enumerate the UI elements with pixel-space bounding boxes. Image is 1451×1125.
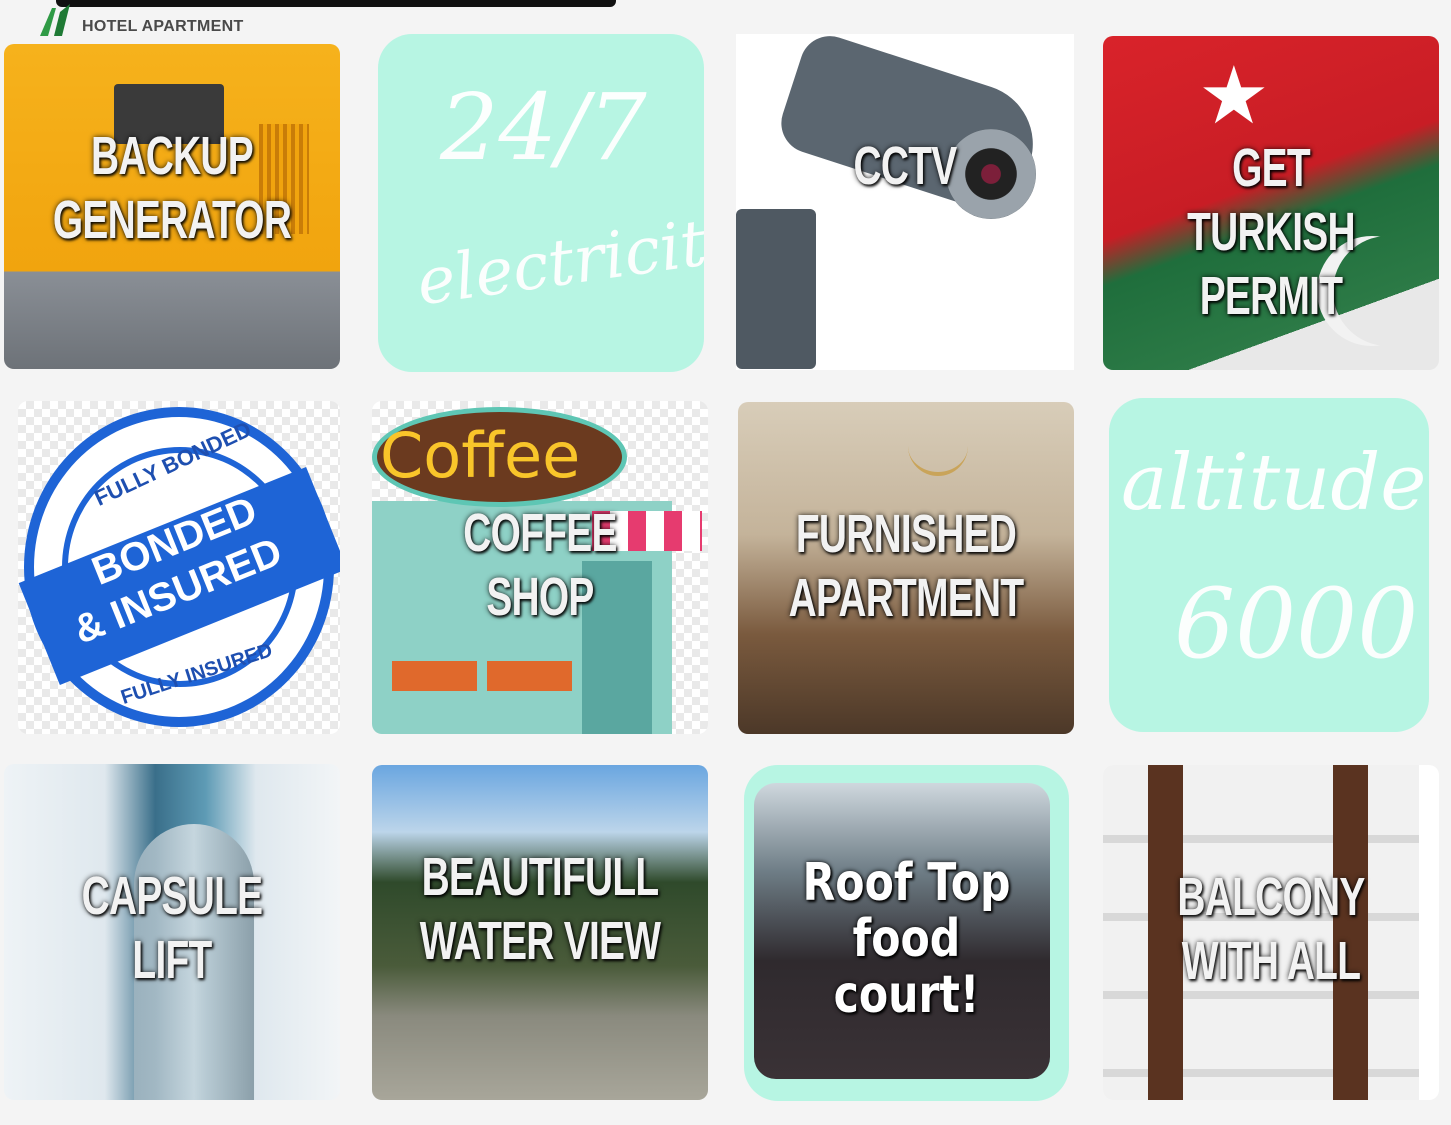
- bench-right: [487, 661, 572, 691]
- tile-cctv[interactable]: CCTV: [736, 34, 1074, 370]
- tile-caption: BACKUP GENERATOR: [52, 126, 292, 250]
- tile-altitude-6000[interactable]: altitude 6000: [1109, 398, 1429, 732]
- tile-24-7-electricity[interactable]: 24/7 electricity: [378, 34, 704, 372]
- star-icon: ★: [1198, 51, 1270, 140]
- tile-bonded-insured[interactable]: FULLY BONDED BONDED & INSURED FULLY INSU…: [18, 401, 340, 734]
- tile-backup-generator[interactable]: BACKUP GENERATOR: [4, 44, 340, 369]
- camera-mount: [736, 209, 816, 369]
- tile-turkish-permit[interactable]: ★ GET TURKISH PERMIT: [1103, 36, 1439, 370]
- tile-water-view[interactable]: BEAUTIFULL WATER VIEW: [372, 765, 708, 1100]
- tile-rooftop-food-court[interactable]: Roof Top food court!: [744, 765, 1069, 1101]
- tile-coffee-shop[interactable]: Coffee COFFEE SHOP: [372, 401, 708, 734]
- tile-caption: FURNISHED APARTMENT: [788, 504, 1024, 628]
- tile-caption: GET TURKISH PERMIT: [1187, 138, 1355, 326]
- tile-caption: BEAUTIFULL WATER VIEW: [419, 847, 661, 971]
- tile-24-7-text: 24/7: [440, 74, 647, 181]
- tile-caption: COFFEE SHOP: [463, 503, 617, 627]
- rooftop-caption: Roof Top food court!: [802, 853, 1011, 1025]
- tile-furnished-apartment[interactable]: FURNISHED APARTMENT: [738, 402, 1074, 734]
- tile-electricity-text: electricity: [412, 201, 704, 321]
- logo-wordmark-strip: [56, 0, 616, 7]
- bench-left: [392, 661, 477, 691]
- tile-balcony[interactable]: BALCONY WITH ALL: [1103, 765, 1439, 1100]
- logo-text: HOTEL APARTMENT: [82, 18, 244, 35]
- tile-6000-text: 6000: [1174, 568, 1419, 680]
- tile-capsule-lift[interactable]: CAPSULE LIFT: [4, 764, 340, 1100]
- tile-altitude-text: altitude: [1121, 438, 1427, 528]
- tile-caption: CAPSULE LIFT: [81, 866, 263, 990]
- leaf-logo-icon: [40, 4, 70, 36]
- coffee-sign-text: Coffee: [380, 419, 581, 492]
- brand-logo[interactable]: HOTEL APARTMENT: [36, 0, 616, 40]
- tile-caption: BALCONY WITH ALL: [1177, 867, 1365, 991]
- tile-caption: CCTV: [853, 136, 958, 196]
